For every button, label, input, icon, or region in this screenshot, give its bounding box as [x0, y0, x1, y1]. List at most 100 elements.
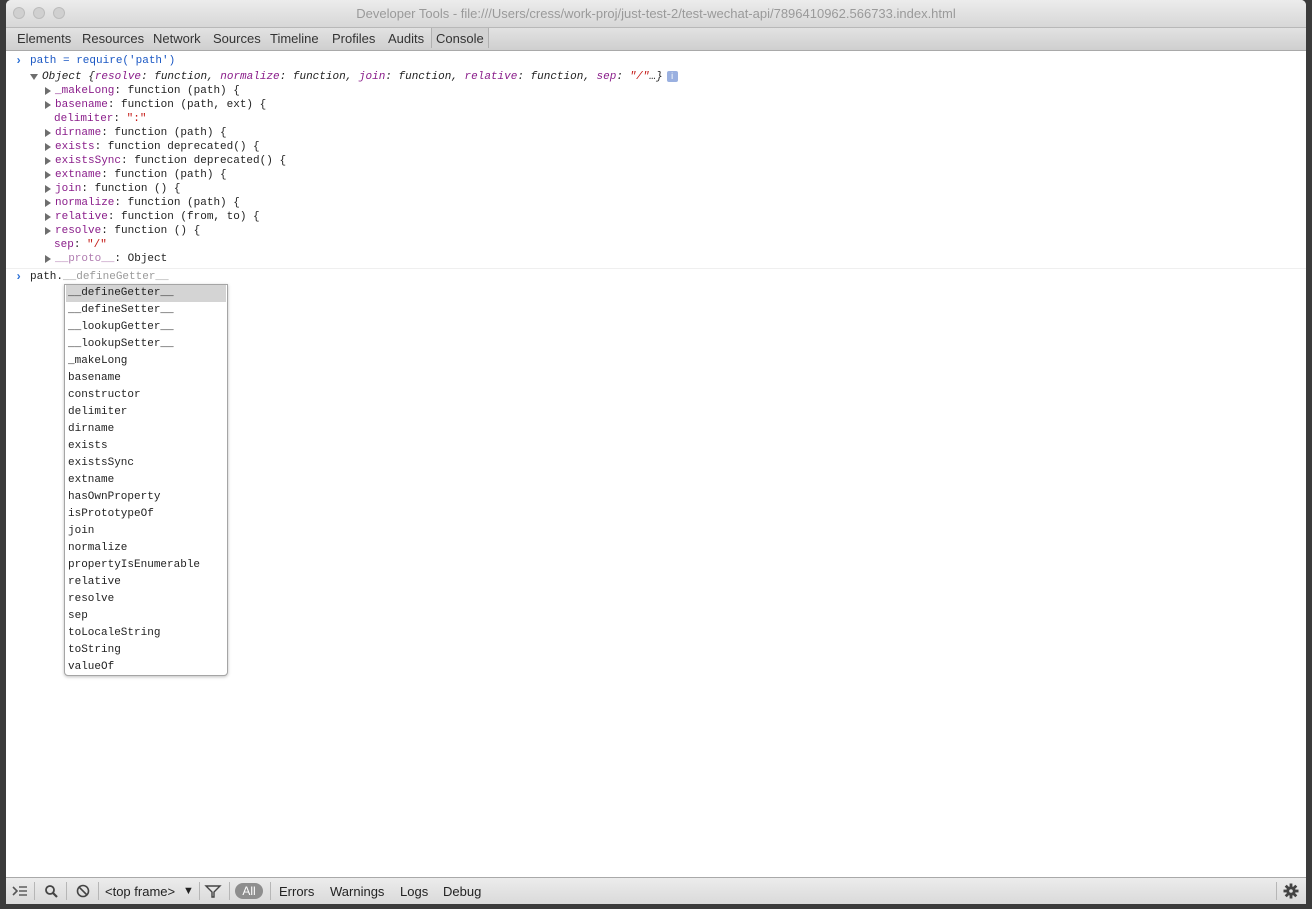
autocomplete-item[interactable]: normalize — [66, 540, 226, 557]
console-input[interactable]: path.__defineGetter__ — [30, 270, 169, 284]
property-row[interactable]: join: function () { — [55, 182, 180, 196]
info-icon[interactable]: i — [666, 70, 678, 82]
property-value: : function (path) { — [114, 197, 240, 209]
filter-debug-button[interactable]: Debug — [443, 884, 481, 899]
property-row[interactable]: __proto__: Object — [55, 252, 167, 266]
property-value: : function deprecated() { — [121, 155, 287, 167]
autocomplete-item[interactable]: propertyIsEnumerable — [66, 557, 226, 574]
clear-console-icon[interactable] — [73, 882, 93, 900]
autocomplete-item[interactable]: delimiter — [66, 404, 226, 421]
autocomplete-item[interactable]: basename — [66, 370, 226, 387]
autocomplete-item[interactable]: join — [66, 523, 226, 540]
property-value: : function () { — [81, 183, 181, 195]
filter-all-button[interactable]: All — [235, 883, 263, 899]
autocomplete-item[interactable]: _makeLong — [66, 353, 226, 370]
property-key: sep — [54, 239, 74, 251]
property-key: exists — [55, 141, 95, 153]
property-row[interactable]: relative: function (from, to) { — [55, 210, 260, 224]
summary-value: : function, — [141, 71, 221, 83]
property-row[interactable]: normalize: function (path) { — [55, 196, 240, 210]
tab-profiles[interactable]: Profiles — [332, 31, 375, 46]
summary-value: : function, — [517, 71, 597, 83]
expand-triangle-icon[interactable] — [45, 171, 51, 179]
status-divider — [98, 882, 99, 900]
search-icon[interactable] — [42, 882, 62, 900]
status-divider — [229, 882, 230, 900]
property-value: : — [73, 239, 88, 251]
autocomplete-item[interactable]: dirname — [66, 421, 226, 438]
expand-triangle-icon[interactable] — [45, 129, 51, 137]
autocomplete-item[interactable]: sep — [66, 608, 226, 625]
filter-errors-button[interactable]: Errors — [279, 884, 314, 899]
autocomplete-item[interactable]: hasOwnProperty — [66, 489, 226, 506]
autocomplete-item[interactable]: existsSync — [66, 455, 226, 472]
autocomplete-item[interactable]: resolve — [66, 591, 226, 608]
expand-triangle-icon[interactable] — [45, 157, 51, 165]
expand-triangle-icon[interactable] — [45, 87, 51, 95]
filter-logs-button[interactable]: Logs — [400, 884, 428, 899]
expand-triangle-icon[interactable] — [45, 185, 51, 193]
console-output[interactable]: › path = require('path') Object {resolve… — [6, 51, 1306, 877]
title-bar: Developer Tools - file:///Users/cress/wo… — [6, 0, 1306, 28]
expand-triangle-icon[interactable] — [45, 143, 51, 151]
tab-sources[interactable]: Sources — [213, 31, 261, 46]
property-row: sep: "/" — [54, 238, 107, 252]
message-divider — [6, 268, 1306, 269]
autocomplete-item[interactable]: valueOf — [66, 659, 226, 675]
show-drawer-icon[interactable] — [10, 882, 30, 900]
autocomplete-item[interactable]: toLocaleString — [66, 625, 226, 642]
tab-network[interactable]: Network — [153, 31, 201, 46]
autocomplete-item[interactable]: toString — [66, 642, 226, 659]
property-row[interactable]: resolve: function () { — [55, 224, 200, 238]
property-row[interactable]: existsSync: function deprecated() { — [55, 154, 286, 168]
frame-select[interactable]: <top frame> — [105, 884, 175, 899]
tab-console[interactable]: Console — [431, 28, 489, 48]
summary-value: : — [616, 71, 630, 83]
property-key: extname — [55, 169, 102, 181]
input-typed-text: path. — [30, 271, 64, 283]
summary-string: "/" — [629, 71, 650, 83]
expand-triangle-icon[interactable] — [45, 227, 51, 235]
console-status-bar: <top frame> ▼ All Errors Warnings Logs D… — [6, 877, 1306, 904]
property-row[interactable]: extname: function (path) { — [55, 168, 227, 182]
gear-icon[interactable] — [1281, 882, 1301, 900]
prompt-chevron-icon: › — [15, 270, 23, 284]
autocomplete-item[interactable]: __lookupGetter__ — [66, 319, 226, 336]
expand-triangle-icon[interactable] — [30, 74, 38, 80]
summary-key: resolve — [94, 71, 142, 83]
chevron-down-icon[interactable]: ▼ — [183, 885, 194, 897]
autocomplete-item[interactable]: constructor — [66, 387, 226, 404]
property-row[interactable]: _makeLong: function (path) { — [55, 84, 240, 98]
property-key: normalize — [55, 197, 115, 209]
window-title: Developer Tools - file:///Users/cress/wo… — [356, 6, 956, 21]
property-value: : function (from, to) { — [107, 211, 260, 223]
property-value: : — [113, 113, 127, 125]
tab-elements[interactable]: Elements — [17, 31, 71, 46]
expand-triangle-icon[interactable] — [45, 213, 51, 221]
autocomplete-item[interactable]: __defineGetter__ — [66, 285, 226, 302]
tab-timeline[interactable]: Timeline — [270, 31, 319, 46]
object-close-brace: …} — [649, 71, 663, 83]
autocomplete-item[interactable]: __defineSetter__ — [66, 302, 226, 319]
property-row[interactable]: dirname: function (path) { — [55, 126, 227, 140]
property-row[interactable]: basename: function (path, ext) { — [55, 98, 266, 112]
filter-warnings-button[interactable]: Warnings — [330, 884, 384, 899]
property-string: ":" — [126, 113, 147, 125]
autocomplete-item[interactable]: isPrototypeOf — [66, 506, 226, 523]
autocomplete-item[interactable]: extname — [66, 472, 226, 489]
object-open-brace: { — [81, 71, 95, 83]
expand-triangle-icon[interactable] — [45, 199, 51, 207]
object-summary[interactable]: Object {resolve: function, normalize: fu… — [42, 70, 678, 84]
status-divider — [270, 882, 271, 900]
devtools-window: Developer Tools - file:///Users/cress/wo… — [6, 0, 1306, 904]
property-row[interactable]: exists: function deprecated() { — [55, 140, 260, 154]
expand-triangle-icon[interactable] — [45, 101, 51, 109]
autocomplete-item[interactable]: relative — [66, 574, 226, 591]
property-value: : function (path) { — [101, 127, 227, 139]
autocomplete-item[interactable]: exists — [66, 438, 226, 455]
autocomplete-item[interactable]: __lookupSetter__ — [66, 336, 226, 353]
filter-icon[interactable] — [203, 882, 223, 900]
tab-resources[interactable]: Resources — [82, 31, 144, 46]
tab-audits[interactable]: Audits — [388, 31, 424, 46]
expand-triangle-icon[interactable] — [45, 255, 51, 263]
